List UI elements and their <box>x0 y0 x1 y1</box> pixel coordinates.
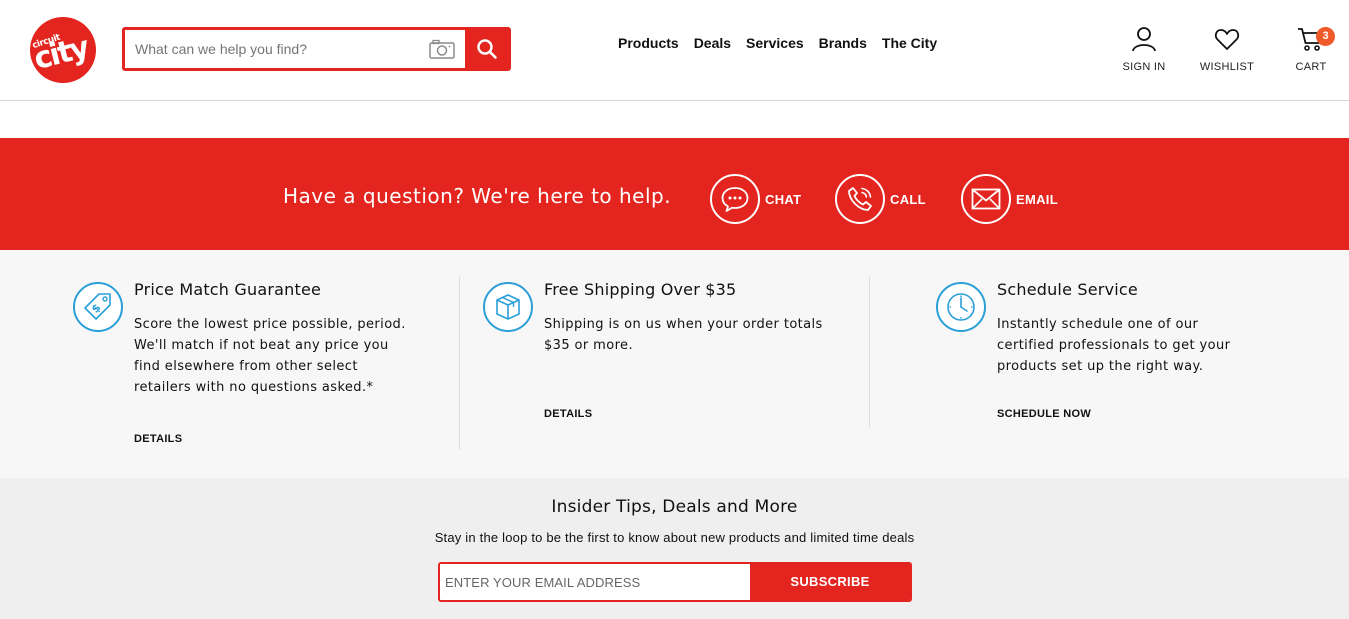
search-button[interactable] <box>465 30 508 68</box>
subscribe-button[interactable]: SUBSCRIBE <box>750 564 910 600</box>
nav-item-deals[interactable]: Deals <box>694 35 731 51</box>
heart-icon <box>1214 29 1240 50</box>
price-tag-icon: $ <box>84 293 111 320</box>
nav-item-the-city[interactable]: The City <box>882 35 937 51</box>
main-nav: Products Deals Services Brands The City <box>618 35 952 51</box>
chat-label: CHAT <box>765 191 802 207</box>
details-link[interactable]: DETAILS <box>544 408 592 420</box>
help-text: Have a question? We're here to help. <box>283 184 672 208</box>
wishlist-label: WISHLIST <box>1199 61 1255 73</box>
sign-in-button[interactable]: SIGN IN <box>1118 26 1170 73</box>
clock-icon <box>947 293 975 321</box>
feature-icon-wrap <box>483 282 533 332</box>
cart-count-badge: 3 <box>1316 27 1335 46</box>
circuit-city-logo[interactable]: circuit city <box>30 17 96 83</box>
feature-icon-wrap <box>936 282 986 332</box>
package-box-icon <box>496 294 520 320</box>
camera-icon[interactable] <box>429 39 455 59</box>
user-icon <box>1132 27 1156 52</box>
nav-item-products[interactable]: Products <box>618 35 679 51</box>
feature-title: Price Match Guarantee <box>134 280 322 299</box>
help-banner: Have a question? We're here to help. CHA… <box>0 138 1349 250</box>
feature-divider <box>459 277 460 450</box>
feature-title: Free Shipping Over $35 <box>544 280 737 299</box>
envelope-icon <box>971 188 1001 210</box>
newsletter-title: Insider Tips, Deals and More <box>551 497 798 517</box>
call-button[interactable]: CALL <box>835 174 926 224</box>
chat-circle <box>710 174 760 224</box>
email-field[interactable] <box>440 564 752 600</box>
cart-button[interactable]: 3 CART <box>1288 26 1335 73</box>
site-header: circuit city Products Deals Services Bra… <box>0 0 1349 101</box>
feature-description: Score the lowest price possible, period.… <box>134 317 406 395</box>
email-label: EMAIL <box>1016 191 1058 207</box>
search-bar <box>122 27 511 71</box>
wishlist-button[interactable]: WISHLIST <box>1196 26 1258 73</box>
newsletter-subtitle: Stay in the loop to be the first to know… <box>434 530 915 545</box>
email-circle <box>961 174 1011 224</box>
phone-icon <box>848 187 872 211</box>
sign-in-label: SIGN IN <box>1122 61 1166 73</box>
search-icon <box>476 39 497 59</box>
call-label: CALL <box>890 191 926 207</box>
call-circle <box>835 174 885 224</box>
feature-description: Shipping is on us when your order totals… <box>544 317 823 353</box>
features-section: $ Price Match Guarantee Score the lowest… <box>0 250 1349 478</box>
email-button[interactable]: EMAIL <box>961 174 1058 224</box>
search-input[interactable] <box>125 30 465 68</box>
feature-title: Schedule Service <box>997 280 1138 299</box>
nav-item-brands[interactable]: Brands <box>819 35 867 51</box>
chat-bubble-icon <box>721 187 749 212</box>
nav-item-services[interactable]: Services <box>746 35 804 51</box>
details-link[interactable]: DETAILS <box>134 433 182 445</box>
newsletter-section: Insider Tips, Deals and More Stay in the… <box>0 478 1349 619</box>
schedule-now-link[interactable]: SCHEDULE NOW <box>997 408 1091 420</box>
feature-icon-wrap: $ <box>73 282 123 332</box>
cart-label: CART <box>1295 61 1327 73</box>
newsletter-form: SUBSCRIBE <box>438 562 912 602</box>
feature-description: Instantly schedule one of our certified … <box>997 317 1231 374</box>
chat-button[interactable]: CHAT <box>710 174 801 224</box>
feature-divider <box>869 277 870 427</box>
